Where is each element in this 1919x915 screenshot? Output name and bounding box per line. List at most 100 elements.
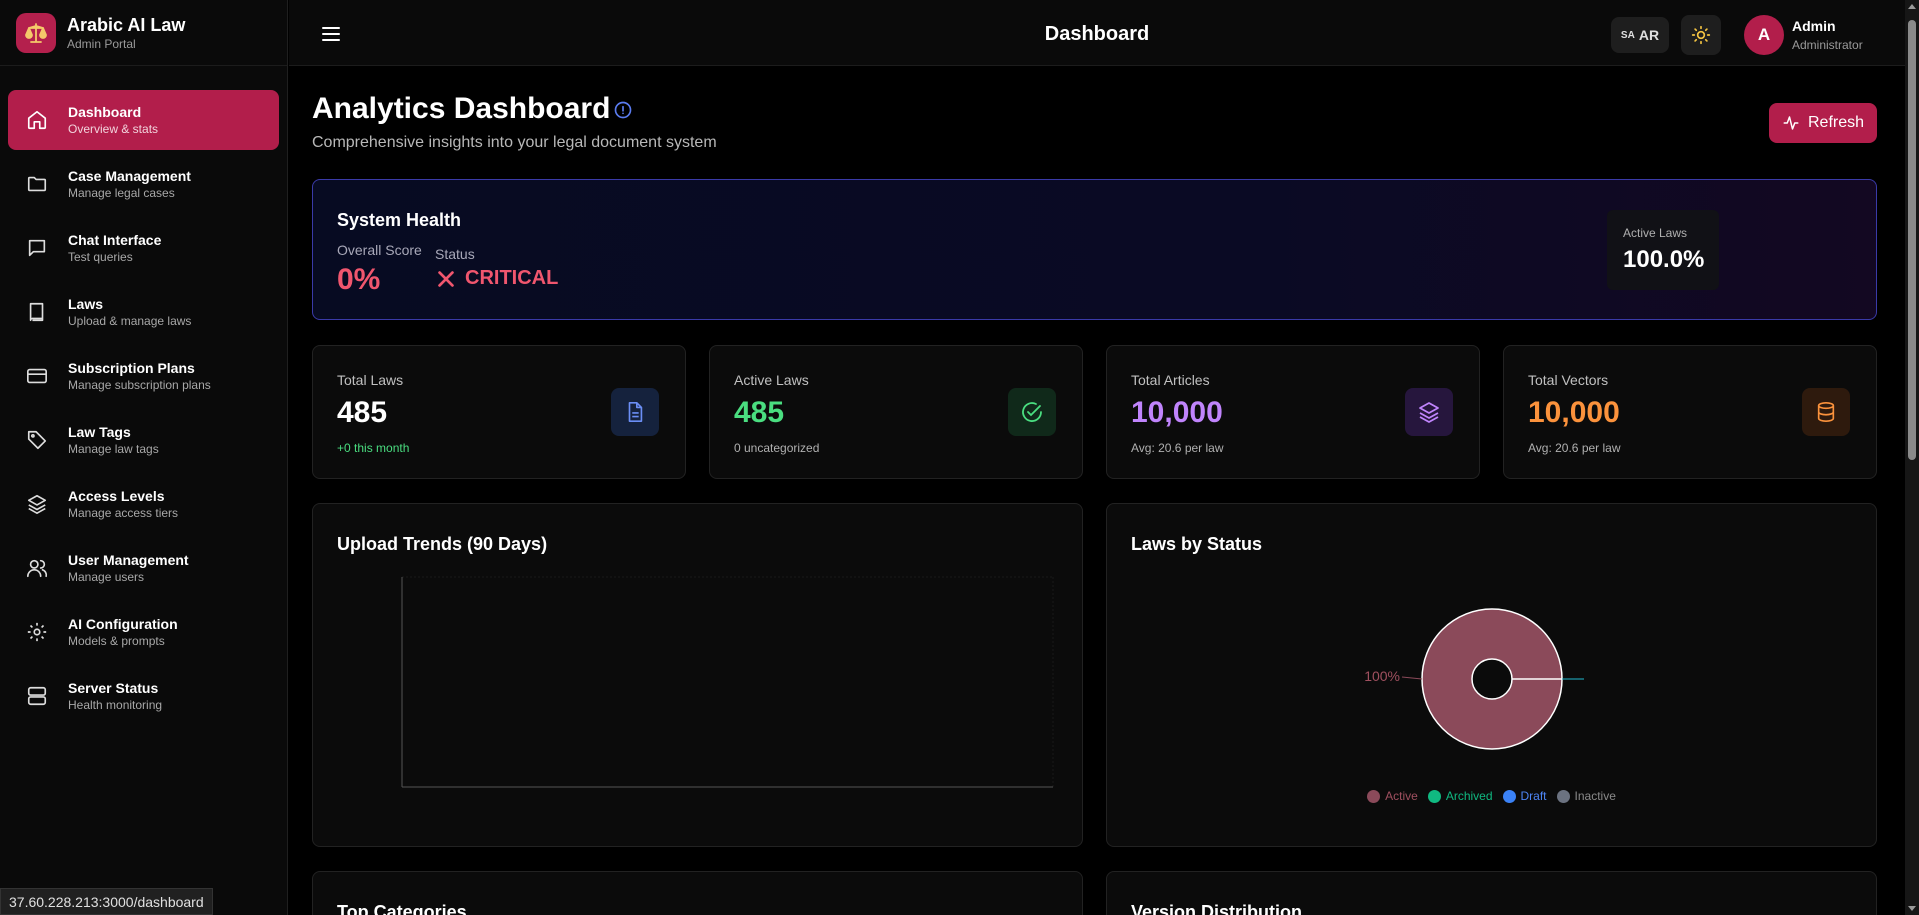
tag-icon: [24, 427, 50, 453]
scrollbar-thumb[interactable]: [1908, 20, 1916, 460]
stat-value: 485: [734, 396, 785, 429]
pie-label-leader: [1401, 676, 1423, 680]
sidebar-item-label: Laws: [68, 296, 104, 312]
stat-value: 485: [337, 396, 388, 429]
gear-icon: [24, 619, 50, 645]
active-laws-label: Active Laws: [1623, 226, 1688, 240]
stat-label: Total Articles: [1131, 372, 1210, 388]
brand-title: Arabic AI Law: [67, 14, 186, 35]
document-icon: [611, 388, 659, 436]
stat-label: Active Laws: [734, 372, 809, 388]
sidebar-item-label: Server Status: [68, 680, 159, 696]
refresh-button[interactable]: Refresh: [1769, 103, 1877, 143]
brand[interactable]: Arabic AI Law Admin Portal: [0, 0, 287, 66]
sidebar-item-label: Law Tags: [68, 424, 131, 440]
legend-label: Inactive: [1574, 789, 1616, 803]
sidebar-item-ai-configuration[interactable]: AI Configuration Models & prompts: [8, 602, 279, 662]
language-code: AR: [1638, 27, 1660, 43]
sun-icon: [1691, 25, 1711, 45]
activity-icon: [1783, 116, 1799, 130]
legend-label: Active: [1385, 789, 1418, 803]
sidebar-item-laws[interactable]: Laws Upload & manage laws: [8, 282, 279, 342]
sidebar-item-case-management[interactable]: Case Management Manage legal cases: [8, 154, 279, 214]
stat-value: 10,000: [1528, 396, 1620, 429]
brand-subtitle: Admin Portal: [67, 36, 136, 51]
chart-legend: Active Archived Draft Inactive: [1107, 789, 1876, 803]
sidebar-item-server-status[interactable]: Server Status Health monitoring: [8, 666, 279, 726]
legend-swatch: [1427, 789, 1441, 803]
page-title: Analytics Dashboard: [312, 92, 611, 125]
flag-label: SA: [1620, 29, 1635, 41]
sidebar-item-access-levels[interactable]: Access Levels Manage access tiers: [8, 474, 279, 534]
scroll-down-arrow-icon[interactable]: [1908, 906, 1916, 911]
stat-value: 10,000: [1131, 396, 1223, 429]
database-icon: [1802, 388, 1850, 436]
credit-card-icon: [24, 363, 50, 389]
stat-note: Avg: 20.6 per law: [1131, 441, 1224, 455]
sidebar-item-desc: Models & prompts: [68, 634, 165, 648]
topbar: Dashboard SA AR A Admin Administrator: [289, 0, 1905, 66]
overall-score-value: 0%: [337, 263, 381, 296]
active-laws-box: Active Laws 100.0%: [1607, 210, 1719, 290]
sidebar-item-label: Subscription Plans: [68, 360, 195, 376]
sidebar-item-label: Access Levels: [68, 488, 165, 504]
sidebar-item-desc: Manage legal cases: [68, 186, 175, 200]
check-circle-icon: [1008, 388, 1056, 436]
overall-score-label: Overall Score: [337, 242, 422, 258]
pie-data-label: 100%: [1364, 668, 1400, 684]
legend-item-archived[interactable]: Archived: [1427, 789, 1493, 803]
legend-item-draft[interactable]: Draft: [1502, 789, 1547, 803]
legend-item-inactive[interactable]: Inactive: [1556, 789, 1616, 803]
scales-icon: [16, 12, 56, 53]
stat-note: Avg: 20.6 per law: [1528, 441, 1621, 455]
stat-label: Total Vectors: [1528, 372, 1609, 388]
sidebar-nav: Dashboard Overview & stats Case Managemen…: [0, 66, 287, 726]
layers-icon: [24, 491, 50, 517]
stat-card-total-articles: Total Articles 10,000 Avg: 20.6 per law: [1106, 345, 1480, 479]
users-icon: [24, 555, 50, 581]
server-icon: [24, 683, 50, 709]
stat-note: 0 uncategorized: [734, 441, 820, 455]
sidebar-item-label: Dashboard: [68, 104, 142, 120]
legend-label: Archived: [1445, 789, 1493, 803]
page-scrollbar[interactable]: [1905, 0, 1919, 915]
stat-card-active-laws: Active Laws 485 0 uncategorized: [709, 345, 1083, 479]
sidebar-item-dashboard[interactable]: Dashboard Overview & stats: [8, 90, 279, 150]
version-distribution-panel: Version Distribution: [1106, 871, 1877, 915]
legend-label: Draft: [1520, 789, 1547, 803]
version-distribution-title: Version Distribution: [1131, 902, 1303, 915]
theme-toggle-button[interactable]: [1681, 15, 1721, 55]
top-categories-title: Top Categories: [337, 902, 467, 915]
sidebar-item-desc: Manage law tags: [68, 442, 159, 456]
avatar[interactable]: A: [1744, 15, 1784, 55]
stat-card-total-laws: Total Laws 485 +0 this month: [312, 345, 686, 479]
top-categories-panel: Top Categories: [312, 871, 1083, 915]
system-health-title: System Health: [337, 210, 462, 230]
sidebar-item-law-tags[interactable]: Law Tags Manage law tags: [8, 410, 279, 470]
sidebar-item-label: AI Configuration: [68, 616, 178, 632]
book-icon: [24, 299, 50, 325]
status-text: CRITICAL: [465, 267, 559, 289]
sidebar-item-subscription-plans[interactable]: Subscription Plans Manage subscription pl…: [8, 346, 279, 406]
sidebar-item-desc: Health monitoring: [68, 698, 163, 712]
sidebar-item-desc: Test queries: [68, 250, 133, 264]
legend-swatch: [1556, 789, 1570, 803]
user-name: Admin: [1792, 18, 1836, 34]
scroll-up-arrow-icon[interactable]: [1908, 4, 1916, 9]
system-health-card: System Health Overall Score 0% Status CR…: [312, 179, 1877, 320]
sidebar-item-user-management[interactable]: User Management Manage users: [8, 538, 279, 598]
sidebar-item-desc: Manage users: [68, 570, 145, 584]
home-icon: [24, 107, 50, 133]
folder-icon: [24, 171, 50, 197]
info-icon[interactable]: [613, 100, 633, 120]
sidebar-item-chat-interface[interactable]: Chat Interface Test queries: [8, 218, 279, 278]
stat-label: Total Laws: [337, 372, 404, 388]
refresh-label: Refresh: [1807, 114, 1865, 131]
legend-item-active[interactable]: Active: [1367, 789, 1418, 803]
sidebar-item-label: User Management: [68, 552, 189, 568]
sidebar-item-label: Chat Interface: [68, 232, 162, 248]
stat-note: +0 this month: [337, 441, 410, 455]
language-toggle-button[interactable]: SA AR: [1611, 17, 1669, 53]
sidebar-item-desc: Overview & stats: [68, 122, 159, 136]
user-role: Administrator: [1792, 38, 1863, 52]
